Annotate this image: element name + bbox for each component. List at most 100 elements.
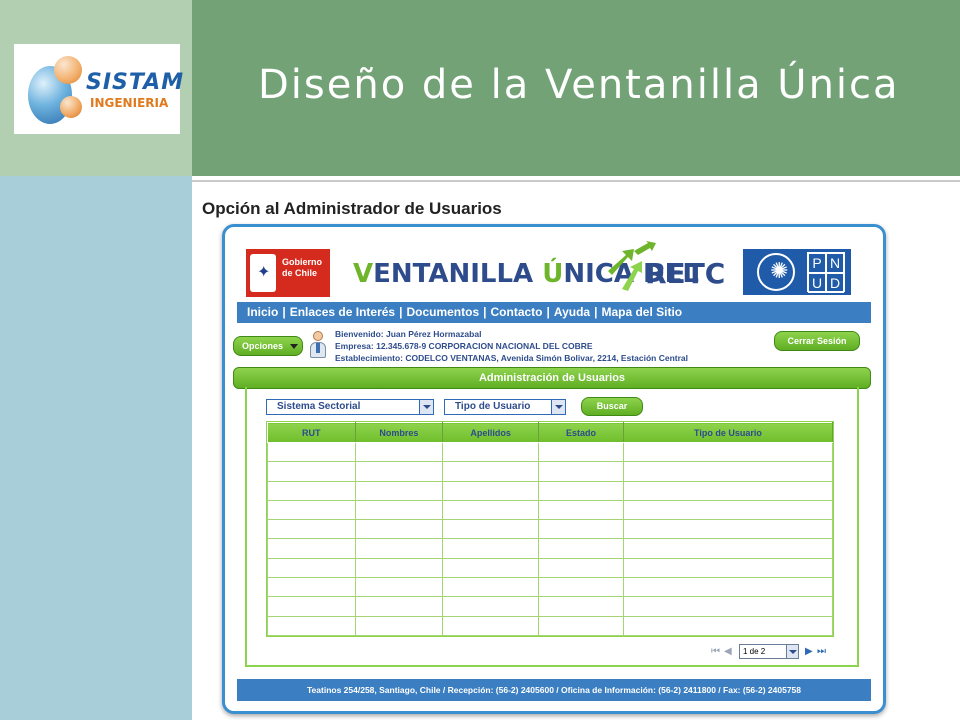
table-cell (354, 577, 444, 598)
table-cell (622, 499, 834, 521)
options-button[interactable]: Opciones (233, 336, 303, 356)
nav-item-documentos[interactable]: Documentos (406, 302, 479, 323)
nav-item-enlaces[interactable]: Enlaces de Interés (290, 302, 395, 323)
table-row[interactable] (267, 615, 834, 637)
table-row[interactable] (267, 480, 834, 501)
search-button[interactable]: Buscar (581, 397, 643, 416)
table-row[interactable] (267, 461, 834, 482)
footer-contact: Teatinos 254/258, Santiago, Chile / Rece… (237, 679, 871, 701)
pnud-letter: U (808, 273, 826, 293)
next-page-icon[interactable]: ▶ (805, 646, 813, 657)
pnud-letter: D (826, 273, 844, 293)
pnud-letter: P (808, 253, 826, 273)
gobierno-line2: de Chile (282, 268, 318, 278)
logo-sub: INGENIERIA (90, 96, 169, 110)
table-cell (354, 519, 444, 540)
nav-item-contacto[interactable]: Contacto (491, 302, 543, 323)
table-cell (267, 519, 356, 540)
table-cell (354, 557, 444, 579)
column-header-apellidos[interactable]: Apellidos (442, 422, 540, 443)
table-cell (354, 538, 444, 559)
user-avatar-icon (309, 331, 327, 359)
nav-item-inicio[interactable]: Inicio (247, 302, 278, 323)
table-cell (267, 557, 356, 579)
table-cell (442, 519, 540, 540)
logout-button[interactable]: Cerrar Sesión (774, 331, 860, 351)
table-row[interactable] (267, 441, 834, 463)
column-header-estado[interactable]: Estado (538, 422, 624, 443)
column-header-nombres[interactable]: Nombres (354, 422, 444, 443)
table-cell (267, 538, 356, 559)
chevron-down-icon (786, 645, 798, 658)
table-cell (354, 461, 444, 482)
section-bar: Administración de Usuarios (233, 367, 871, 389)
sistema-sectorial-select[interactable]: Sistema Sectorial (266, 399, 434, 415)
chevron-down-icon (551, 400, 565, 414)
table-cell (538, 538, 624, 559)
nav-item-mapa[interactable]: Mapa del Sitio (601, 302, 682, 323)
table-cell (354, 480, 444, 501)
table-cell (538, 461, 624, 482)
nav-item-ayuda[interactable]: Ayuda (554, 302, 590, 323)
table-cell (267, 499, 356, 521)
pnud-letter: N (826, 253, 844, 273)
prev-page-icon[interactable]: ◀ (724, 646, 732, 657)
logo-brand: SISTAM (86, 70, 185, 95)
table-cell (538, 577, 624, 598)
table-row[interactable] (267, 577, 834, 598)
table-cell (538, 480, 624, 501)
table-row[interactable] (267, 557, 834, 579)
table-cell (442, 441, 540, 463)
table-cell (538, 519, 624, 540)
pnud-logo: ✺ P N U D (743, 249, 851, 295)
table-cell (622, 441, 834, 463)
un-emblem-icon: ✺ (757, 253, 795, 291)
table-cell (354, 615, 444, 637)
app-mockup: ✦ Gobierno de Chile VENTANILLA ÚNICA DEL… (222, 224, 886, 714)
user-welcome: Bienvenido: Juan Pérez Hormazabal (335, 329, 482, 339)
table-cell (442, 461, 540, 482)
table-cell (442, 596, 540, 617)
table-cell (538, 441, 624, 463)
column-header-rut[interactable]: RUT (267, 422, 356, 443)
table-row[interactable] (267, 538, 834, 559)
table-cell (442, 538, 540, 559)
table-cell (622, 596, 834, 617)
column-header-tipo[interactable]: Tipo de Usuario (622, 422, 834, 443)
user-establishment: Establecimiento: CODELCO VENTANAS, Aveni… (335, 353, 688, 363)
shield-icon: ✦ (250, 254, 276, 292)
table-cell (354, 596, 444, 617)
table-cell (267, 461, 356, 482)
table-cell (622, 577, 834, 598)
table-cell (622, 615, 834, 637)
sidebar-bottom-panel (0, 176, 192, 720)
gobierno-line1: Gobierno (282, 257, 322, 267)
first-page-icon[interactable]: ⏮ (711, 646, 720, 657)
table-cell (538, 557, 624, 579)
table-row[interactable] (267, 596, 834, 617)
chevron-down-icon (419, 400, 433, 414)
table-cell (354, 499, 444, 521)
table-cell (267, 577, 356, 598)
table-cell (538, 596, 624, 617)
table-row[interactable] (267, 499, 834, 521)
table-cell (622, 519, 834, 540)
main-nav: Inicio | Enlaces de Interés | Documentos | … (237, 302, 871, 323)
table-cell (442, 615, 540, 637)
table-cell (442, 499, 540, 521)
table-row[interactable] (267, 519, 834, 540)
table-cell (538, 499, 624, 521)
page-select-value: 1 de 2 (743, 647, 766, 656)
pnud-letters: P N U D (807, 252, 845, 293)
table-cell (354, 441, 444, 463)
table-cell (267, 480, 356, 501)
table-cell (622, 538, 834, 559)
last-page-icon[interactable]: ⏭ (817, 646, 826, 657)
page-select[interactable]: 1 de 2 (739, 644, 799, 659)
table-cell (622, 557, 834, 579)
table-cell (267, 615, 356, 637)
table-cell (442, 480, 540, 501)
tipo-usuario-select[interactable]: Tipo de Usuario (444, 399, 566, 415)
title-initial-v: V (353, 259, 374, 289)
table-cell (442, 557, 540, 579)
